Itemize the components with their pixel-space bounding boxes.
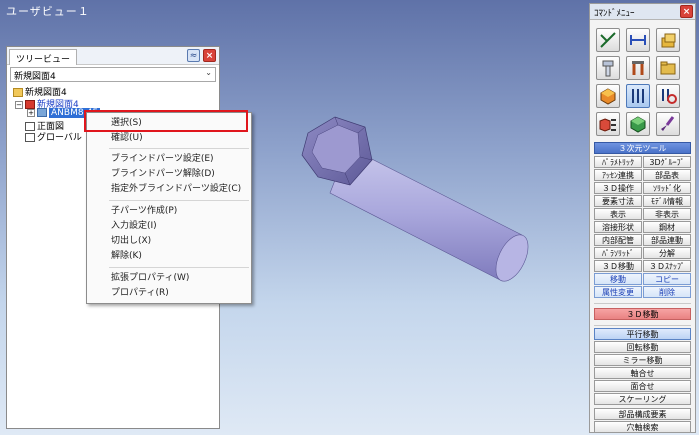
collapse-button[interactable]: ≈ bbox=[187, 49, 200, 62]
hole-axis-search-button[interactable]: 穴軸検索 bbox=[594, 421, 691, 433]
layer-icon[interactable] bbox=[656, 28, 680, 52]
menu-item-input-setting[interactable]: 入力設定(I) bbox=[87, 219, 251, 234]
menu-separator bbox=[109, 200, 249, 201]
section-3d-move[interactable]: ３Ｄ移動 bbox=[594, 308, 691, 320]
divider bbox=[594, 325, 691, 326]
section-3d-tools[interactable]: ３次元ツール bbox=[594, 142, 691, 154]
menu-item-create-child[interactable]: 子パーツ作成(P) bbox=[87, 204, 251, 219]
element-dimension-button[interactable]: 要素寸法 bbox=[594, 195, 642, 207]
3d-group-button[interactable]: 3Dｸﾞﾙｰﾌﾟ bbox=[643, 156, 691, 168]
folder-icon bbox=[13, 88, 23, 97]
part-icon bbox=[37, 108, 47, 117]
menu-item-properties[interactable]: プロパティ(R) bbox=[87, 286, 251, 301]
view-icon bbox=[25, 133, 35, 142]
parts-link-button[interactable]: 部品連動 bbox=[643, 234, 691, 246]
parts-component-button[interactable]: 部品構成要素 bbox=[594, 408, 691, 420]
rotate-move-button[interactable]: 回転移動 bbox=[594, 341, 691, 353]
cube-list-icon[interactable] bbox=[596, 112, 620, 136]
close-button[interactable]: × bbox=[680, 5, 693, 18]
weld-shape-button[interactable]: 溶接形状 bbox=[594, 221, 642, 233]
close-button[interactable]: × bbox=[203, 49, 216, 62]
parts-icon[interactable] bbox=[626, 84, 650, 108]
solid-view-icon[interactable] bbox=[626, 112, 650, 136]
folder-icon[interactable] bbox=[656, 56, 680, 80]
menu-separator bbox=[109, 148, 249, 149]
bolt-model[interactable] bbox=[290, 105, 540, 295]
internal-piping-button[interactable]: 内部配管 bbox=[594, 234, 642, 246]
menu-item-confirm[interactable]: 確認(U) bbox=[87, 131, 251, 146]
menu-item-blind-release[interactable]: ブラインドパーツ解除(D) bbox=[87, 167, 251, 182]
line-edit-icon[interactable] bbox=[596, 28, 620, 52]
mirror-move-button[interactable]: ミラー移動 bbox=[594, 354, 691, 366]
highlight-box bbox=[84, 110, 248, 132]
command-menu-header: ｺﾏﾝﾄﾞﾒﾆｭｰ × bbox=[590, 4, 695, 20]
tab-tree-view[interactable]: ツリービュー bbox=[9, 49, 78, 65]
context-menu: 選択(S) 確認(U) ブラインドパーツ設定(E) ブラインドパーツ解除(D) … bbox=[86, 112, 252, 304]
axis-align-button[interactable]: 軸合せ bbox=[594, 367, 691, 379]
drawing-select[interactable]: 新規図面4 ⌄ bbox=[10, 67, 216, 82]
3d-move-button[interactable]: ３Ｄ移動 bbox=[594, 260, 642, 272]
chevron-down-icon[interactable]: ⌄ bbox=[205, 68, 212, 77]
parts-list-button[interactable]: 部品表 bbox=[643, 169, 691, 181]
attribute-change-button[interactable]: 属性変更 bbox=[594, 286, 642, 298]
assembly-link-button[interactable]: ｱｯｾﾝ連携 bbox=[594, 169, 642, 181]
tree-node-label: グローバル bbox=[37, 133, 82, 143]
menu-item-extended-properties[interactable]: 拡張プロパティ(W) bbox=[87, 271, 251, 286]
hide-button[interactable]: 非表示 bbox=[643, 208, 691, 220]
3d-operation-button[interactable]: ３Ｄ操作 bbox=[594, 182, 642, 194]
steel-button[interactable]: 鋼材 bbox=[643, 221, 691, 233]
expand-toggle-icon[interactable]: + bbox=[27, 109, 35, 117]
tree-panel-header: ツリービュー ≈ × bbox=[7, 47, 219, 65]
3d-viewport[interactable]: ユーザビュー１ ツリービュー ≈ × 新規図面4 ⌄ 新規図面4 − 新規図面4… bbox=[0, 0, 699, 435]
parts-search-icon[interactable] bbox=[656, 84, 680, 108]
tools-icon[interactable] bbox=[626, 56, 650, 80]
menu-item-blind-exclude[interactable]: 指定外ブラインドパーツ設定(C) bbox=[87, 182, 251, 197]
face-align-button[interactable]: 面合せ bbox=[594, 380, 691, 392]
model-info-button[interactable]: ﾓﾃﾞﾙ情報 bbox=[643, 195, 691, 207]
move-mode-button[interactable]: 移動 bbox=[594, 273, 642, 285]
command-menu: ｺﾏﾝﾄﾞﾒﾆｭｰ × ３次元ツール ﾊﾟﾗﾒﾄﾘｯｸ 3Dｸﾞﾙｰﾌﾟ ｱｯｾ… bbox=[589, 3, 696, 433]
paint-brush-icon[interactable] bbox=[656, 112, 680, 136]
menu-item-blind-set[interactable]: ブラインドパーツ設定(E) bbox=[87, 152, 251, 167]
3d-snap-button[interactable]: ３Ｄｽﾅｯﾌﾟ bbox=[643, 260, 691, 272]
show-button[interactable]: 表示 bbox=[594, 208, 642, 220]
explode-button[interactable]: 分解 bbox=[643, 247, 691, 259]
parametric-button[interactable]: ﾊﾟﾗﾒﾄﾘｯｸ bbox=[594, 156, 642, 168]
tree-node-global[interactable]: グローバル bbox=[25, 130, 82, 143]
view-title: ユーザビュー１ bbox=[6, 5, 90, 18]
menu-separator bbox=[109, 267, 249, 268]
command-menu-title: ｺﾏﾝﾄﾞﾒﾆｭｰ bbox=[594, 9, 635, 19]
divider bbox=[594, 303, 691, 304]
scaling-button[interactable]: スケーリング bbox=[594, 393, 691, 405]
copy-mode-button[interactable]: コピー bbox=[643, 273, 691, 285]
cube-icon[interactable] bbox=[596, 84, 620, 108]
collapse-toggle-icon[interactable]: − bbox=[15, 101, 23, 109]
bolt-icon[interactable] bbox=[596, 56, 620, 80]
parallel-move-button[interactable]: 平行移動 bbox=[594, 328, 691, 340]
menu-item-release[interactable]: 解除(K) bbox=[87, 249, 251, 264]
solidify-button[interactable]: ｿﾘｯﾄﾞ化 bbox=[643, 182, 691, 194]
drawing-select-value: 新規図面4 bbox=[14, 72, 56, 82]
dimension-icon[interactable] bbox=[626, 28, 650, 52]
para-solid-button[interactable]: ﾊﾟﾗｿﾘｯﾄﾞ bbox=[594, 247, 642, 259]
delete-mode-button[interactable]: 削除 bbox=[643, 286, 691, 298]
menu-item-cut-out[interactable]: 切出し(X) bbox=[87, 234, 251, 249]
